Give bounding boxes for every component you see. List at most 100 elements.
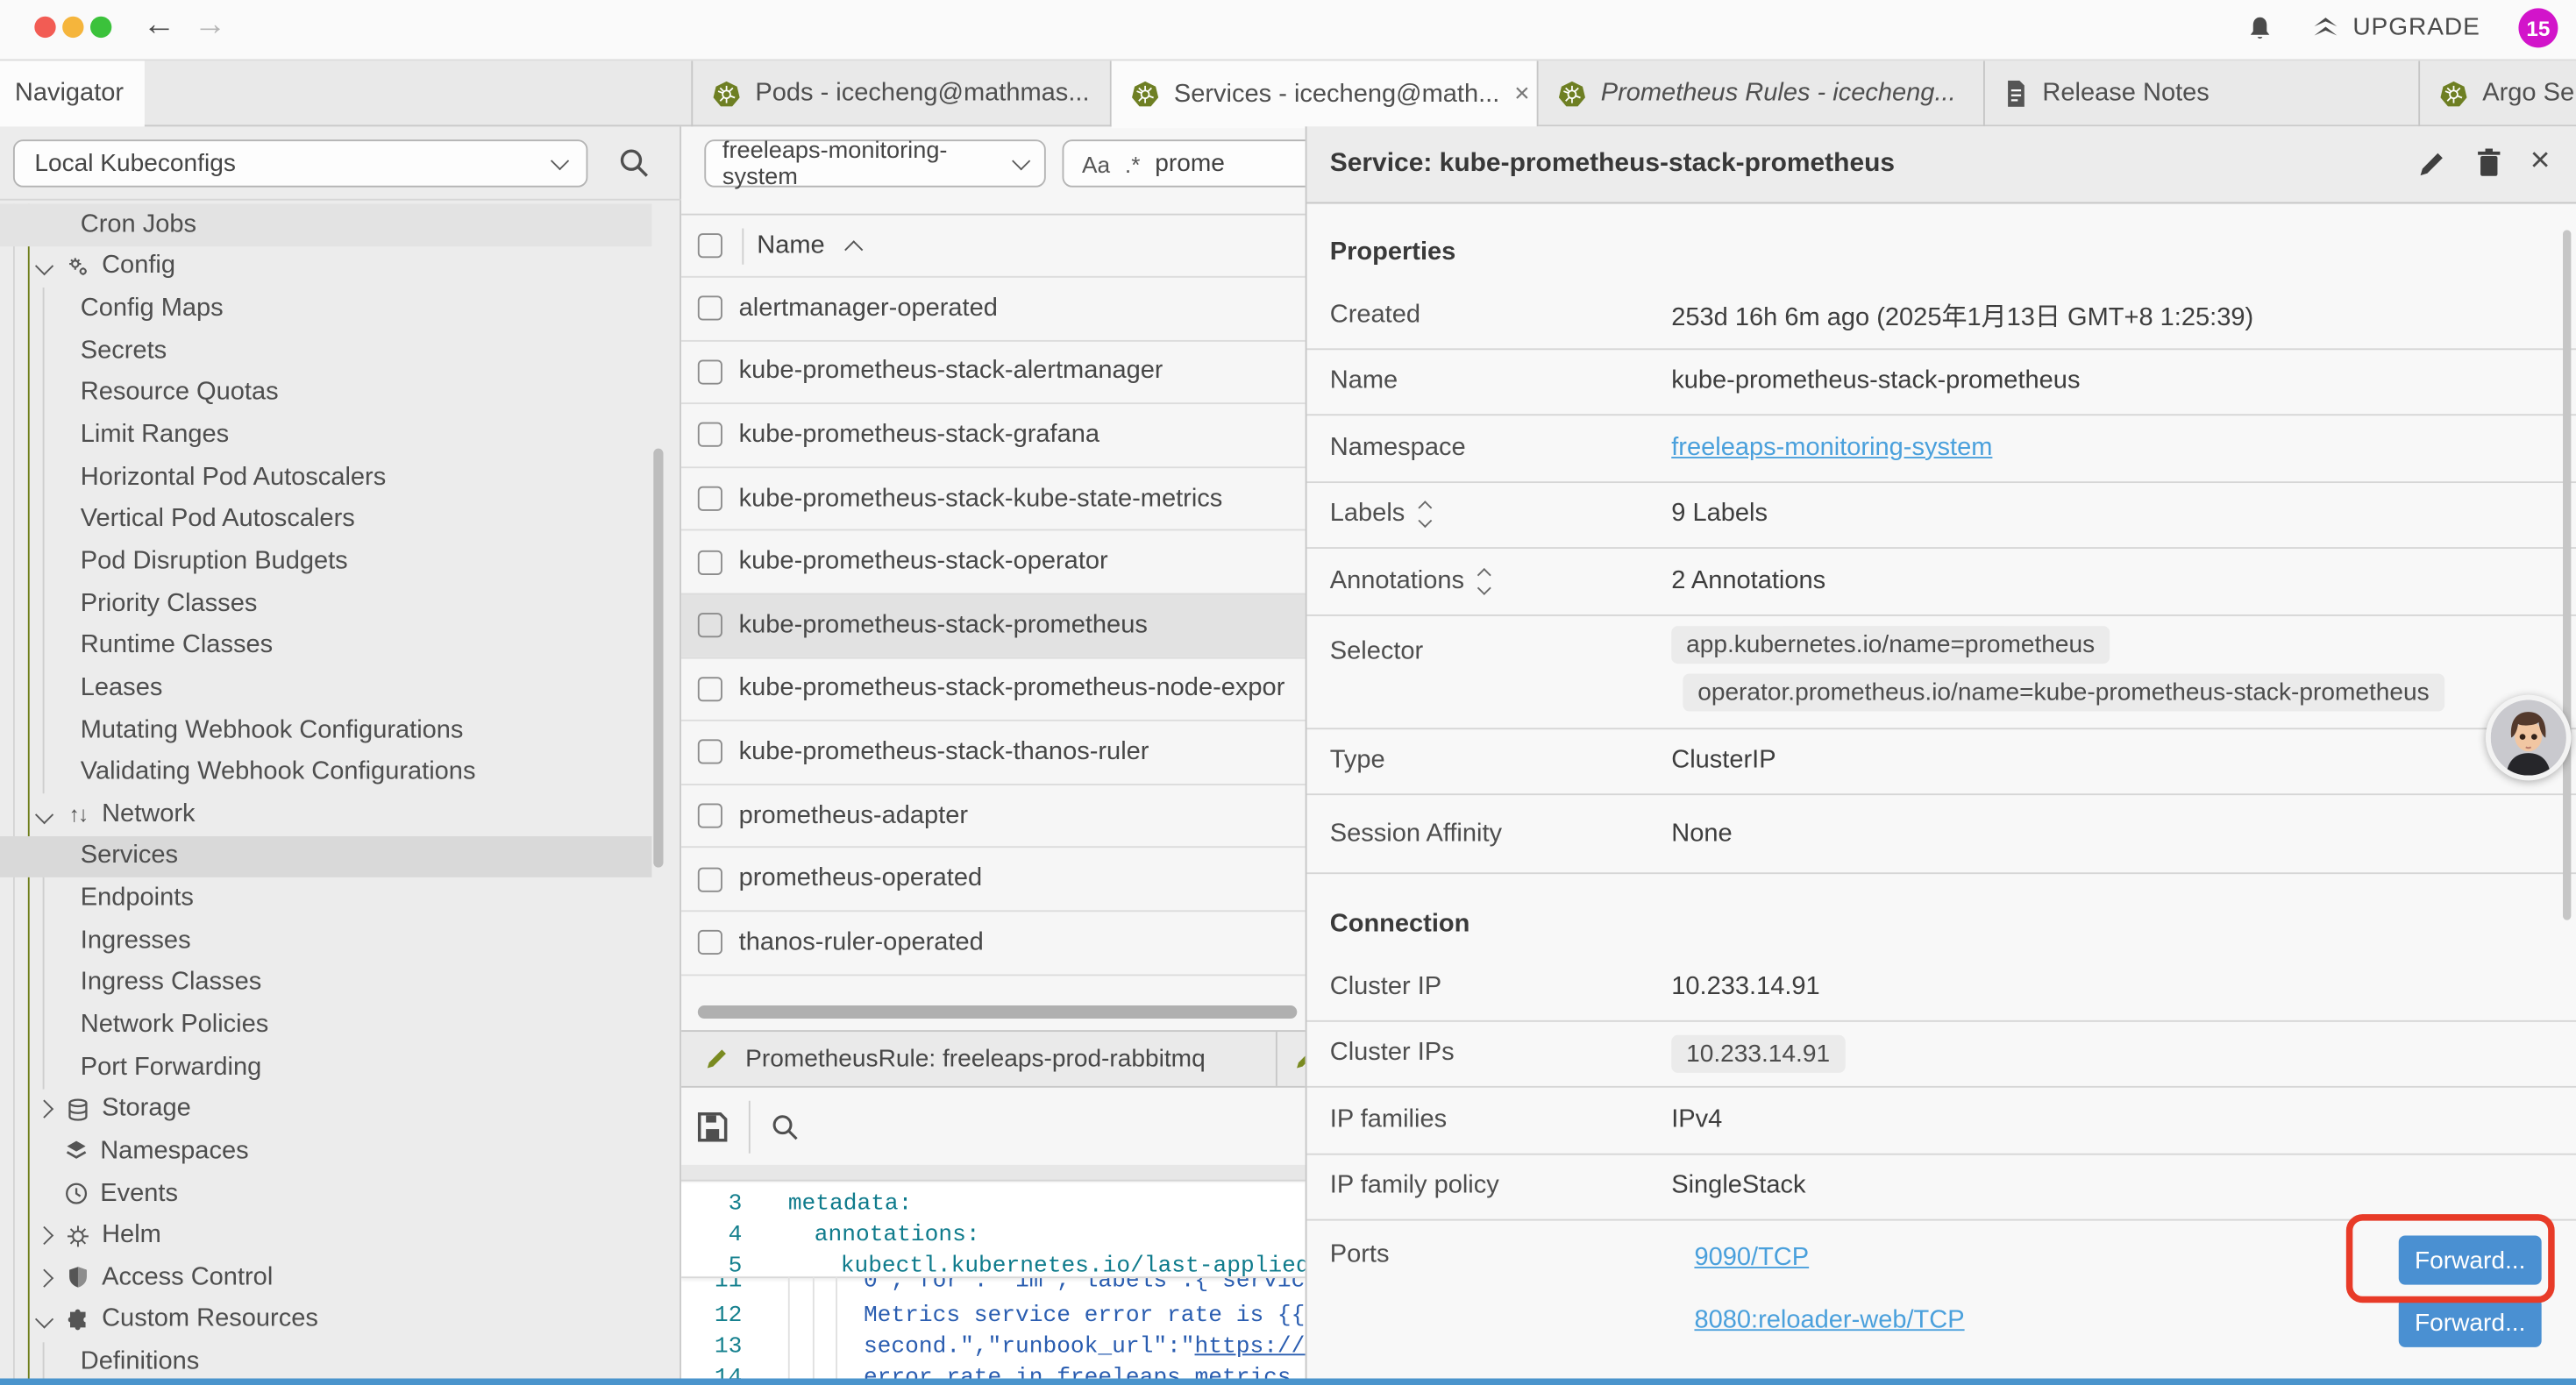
sidebar-item-ingresses[interactable]: Ingresses [0, 920, 651, 962]
close-window-button[interactable] [34, 17, 55, 38]
trash-icon[interactable] [2474, 148, 2504, 178]
table-row[interactable]: alertmanager-operated [681, 276, 1306, 339]
row-checkbox[interactable] [698, 550, 722, 574]
code-line: 3metadata: [681, 1188, 1306, 1219]
sidebar-item-services-selected[interactable]: Services [0, 835, 651, 877]
chevron-down-icon[interactable] [35, 806, 53, 824]
chevron-down-icon[interactable] [35, 258, 53, 276]
table-row[interactable]: prometheus-adapter [681, 784, 1306, 847]
minimize-window-button[interactable] [62, 17, 83, 38]
edit-icon[interactable] [2416, 150, 2446, 180]
chevron-down-icon[interactable] [35, 1310, 53, 1329]
sidebar-group-helm[interactable]: Helm [0, 1215, 651, 1257]
sidebar-item-ingress-classes[interactable]: Ingress Classes [0, 962, 651, 1004]
table-row[interactable]: kube-prometheus-stack-kube-state-metrics [681, 466, 1306, 529]
table-row-selected[interactable]: kube-prometheus-stack-prometheus [681, 593, 1306, 657]
sidebar-group-access-control[interactable]: Access Control [0, 1257, 651, 1299]
row-checkbox[interactable] [698, 487, 722, 511]
table-row[interactable]: kube-prometheus-stack-alertmanager [681, 339, 1306, 402]
sidebar-item-validating-webhook-configurations[interactable]: Validating Webhook Configurations [0, 751, 651, 793]
zoom-window-button[interactable] [90, 17, 111, 38]
sidebar-item-resource-quotas[interactable]: Resource Quotas [0, 373, 651, 415]
row-checkbox[interactable] [698, 423, 722, 448]
expand-collapse-icon[interactable] [1479, 570, 1489, 593]
table-horizontal-scrollbar[interactable] [698, 1005, 1297, 1019]
namespace-link[interactable]: freeleaps-monitoring-system [1671, 433, 1992, 463]
sidebar-item-pod-disruption-budgets[interactable]: Pod Disruption Budgets [0, 541, 651, 583]
table-row[interactable]: thanos-ruler-operated [681, 910, 1306, 973]
sidebar-item-mutating-webhook-configurations[interactable]: Mutating Webhook Configurations [0, 709, 651, 751]
kubeconfig-selector[interactable]: Local Kubeconfigs [13, 139, 587, 187]
tab-prometheus-rules[interactable]: Prometheus Rules - icecheng... [1539, 60, 1985, 126]
tab-pods[interactable]: Pods - icecheng@mathmas... [691, 60, 1111, 126]
forward-arrow-icon[interactable]: → [194, 6, 226, 44]
back-arrow-icon[interactable]: ← [143, 6, 175, 44]
sidebar-item-priority-classes[interactable]: Priority Classes [0, 583, 651, 625]
row-checkbox[interactable] [698, 740, 722, 764]
forward-button-8080[interactable]: Forward... [2399, 1298, 2542, 1347]
puzzle-icon [66, 1308, 90, 1332]
notification-count-badge[interactable]: 15 [2518, 8, 2558, 47]
sidebar-item-limit-ranges[interactable]: Limit Ranges [0, 415, 651, 457]
regex-toggle[interactable]: .* [1125, 150, 1140, 176]
editor-tab-partial[interactable] [1277, 1032, 1306, 1086]
tab-release-notes[interactable]: Release Notes [1985, 60, 2420, 126]
sidebar-group-network[interactable]: ↑↓ Network [0, 793, 651, 835]
close-icon[interactable]: × [2530, 143, 2551, 177]
row-checkbox[interactable] [698, 296, 722, 321]
sidebar-scrollbar[interactable] [653, 449, 663, 868]
sidebar-item-port-forwarding[interactable]: Port Forwarding [0, 1047, 651, 1089]
sidebar-item-endpoints[interactable]: Endpoints [0, 877, 651, 920]
sidebar-item-runtime-classes[interactable]: Runtime Classes [0, 625, 651, 667]
chevron-right-icon[interactable] [35, 1268, 53, 1287]
sidebar-item-config-maps[interactable]: Config Maps [0, 288, 651, 330]
sidebar-item-secrets[interactable]: Secrets [0, 330, 651, 373]
navigator-panel-tab[interactable]: Navigator [0, 60, 145, 126]
table-row[interactable]: kube-prometheus-stack-grafana [681, 403, 1306, 466]
table-row[interactable]: kube-prometheus-stack-operator [681, 529, 1306, 593]
save-icon[interactable] [696, 1110, 729, 1142]
table-row[interactable]: prometheus-operated [681, 847, 1306, 910]
sidebar-group-storage[interactable]: Storage [0, 1089, 651, 1131]
editor-search-icon[interactable] [770, 1112, 800, 1141]
sidebar-item-cron-jobs[interactable]: Cron Jobs [0, 203, 651, 245]
row-checkbox[interactable] [698, 677, 722, 701]
notifications-bell-icon[interactable] [2246, 15, 2274, 45]
code-link[interactable]: https://net [1195, 1333, 1306, 1360]
expand-collapse-icon[interactable] [1420, 503, 1429, 526]
name-column-header[interactable]: Name [757, 231, 824, 260]
row-checkbox[interactable] [698, 804, 722, 828]
row-checkbox[interactable] [698, 930, 722, 955]
row-checkbox[interactable] [698, 867, 722, 891]
tab-services-active[interactable]: Services - icecheng@math... × [1112, 60, 1539, 128]
sidebar-item-network-policies[interactable]: Network Policies [0, 1004, 651, 1046]
editor-tab-prometheusrule[interactable]: PrometheusRule: freeleaps-prod-rabbitmq [681, 1032, 1277, 1086]
port-link-9090[interactable]: 9090/TCP [1694, 1244, 1809, 1272]
sidebar-group-config[interactable]: Config [0, 245, 651, 288]
select-all-checkbox[interactable] [698, 233, 722, 258]
sidebar-group-custom-resources[interactable]: Custom Resources [0, 1299, 651, 1341]
namespace-selector[interactable]: freeleaps-monitoring-system [704, 139, 1045, 187]
yaml-editor[interactable]: 3metadata: 4annotations: 5kubectl.kubern… [681, 1183, 1306, 1385]
search-input[interactable]: Aa .* prome [1063, 139, 1326, 187]
assistant-avatar[interactable] [2486, 695, 2571, 780]
sidebar-item-events[interactable]: Events [0, 1173, 651, 1215]
upgrade-button[interactable]: UPGRADE [2312, 13, 2480, 41]
row-checkbox[interactable] [698, 359, 722, 384]
panel-scrollbar[interactable] [2563, 230, 2571, 920]
row-checkbox[interactable] [698, 614, 722, 638]
table-row[interactable]: kube-prometheus-stack-prometheus-node-ex… [681, 657, 1306, 720]
port-link-8080[interactable]: 8080:reloader-web/TCP [1694, 1306, 1964, 1334]
sidebar-item-horizontal-pod-autoscalers[interactable]: Horizontal Pod Autoscalers [0, 457, 651, 499]
chevron-right-icon[interactable] [35, 1226, 53, 1245]
tab-argo[interactable]: Argo Se [2420, 60, 2576, 126]
sidebar-item-definitions[interactable]: Definitions [0, 1341, 651, 1383]
tab-close-icon[interactable]: × [1514, 80, 1529, 110]
chevron-right-icon[interactable] [35, 1100, 53, 1119]
table-row[interactable]: kube-prometheus-stack-thanos-ruler [681, 720, 1306, 783]
match-case-toggle[interactable]: Aa [1082, 150, 1110, 176]
sidebar-search-icon[interactable] [617, 146, 650, 179]
sidebar-item-vertical-pod-autoscalers[interactable]: Vertical Pod Autoscalers [0, 499, 651, 541]
sidebar-item-leases[interactable]: Leases [0, 667, 651, 709]
sidebar-item-namespaces[interactable]: Namespaces [0, 1131, 651, 1173]
